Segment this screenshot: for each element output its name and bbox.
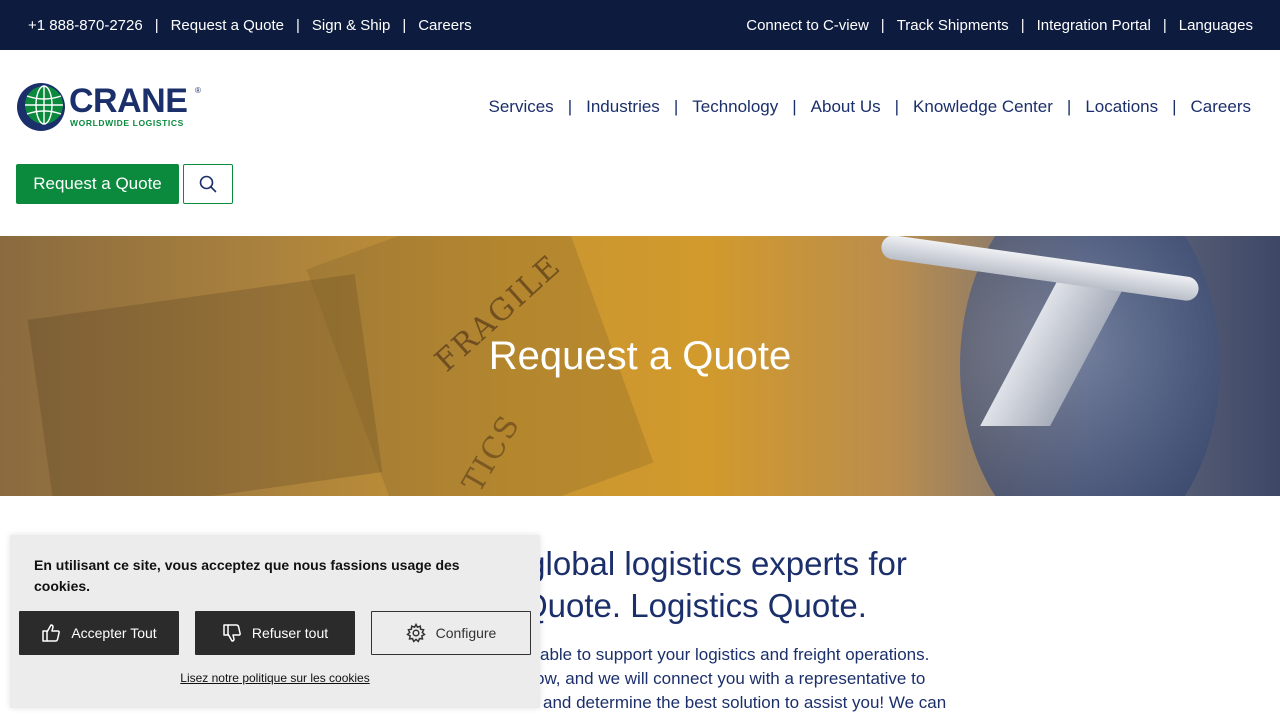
top-request-quote-link[interactable]: Request a Quote — [171, 17, 284, 34]
separator: | — [402, 16, 407, 34]
nav-item-careers[interactable]: Careers — [1191, 97, 1251, 117]
logo-registered-mark: ® — [195, 86, 201, 95]
separator: | — [567, 97, 573, 116]
refuse-all-cookies-button[interactable]: Refuser tout — [195, 611, 355, 655]
top-careers-link[interactable]: Careers — [418, 17, 471, 34]
page-title: Request a Quote — [488, 334, 792, 378]
nav-item-locations[interactable]: Locations — [1085, 97, 1158, 117]
top-bar-right-links: Connect to C-view | Track Shipments | In… — [746, 0, 1253, 50]
request-quote-button[interactable]: Request a Quote — [16, 164, 179, 204]
separator: | — [1162, 16, 1167, 34]
globe-logo-icon — [17, 83, 65, 131]
integration-portal-link[interactable]: Integration Portal — [1037, 17, 1151, 34]
top-bar-left-links: +1 888-870-2726 | Request a Quote | Sign… — [28, 0, 472, 50]
top-utility-bar: +1 888-870-2726 | Request a Quote | Sign… — [0, 0, 1280, 50]
connect-cview-link[interactable]: Connect to C-view — [746, 17, 869, 34]
refuse-all-label: Refuser tout — [251, 625, 329, 641]
configure-cookies-button[interactable]: Configure — [371, 611, 531, 655]
thumbs-up-icon — [41, 623, 61, 643]
cookie-consent-banner: En utilisant ce site, vous acceptez que … — [10, 535, 540, 708]
accept-all-cookies-button[interactable]: Accepter Tout — [19, 611, 179, 655]
logo-wordmark: CRANE — [69, 82, 188, 120]
phone-link[interactable]: +1 888-870-2726 — [28, 17, 143, 34]
separator: | — [1172, 97, 1177, 116]
gear-icon — [405, 623, 426, 643]
cookie-message: En utilisant ce site, vous acceptez que … — [34, 557, 460, 594]
site-header: CRANE ® WORLDWIDE LOGISTICS Services | I… — [0, 50, 1280, 236]
track-shipments-link[interactable]: Track Shipments — [897, 17, 1009, 34]
logo-tagline: WORLDWIDE LOGISTICS — [70, 118, 184, 128]
accept-all-label: Accepter Tout — [71, 625, 157, 641]
main-navigation: Services | Industries | Technology | Abo… — [489, 97, 1252, 117]
separator: | — [880, 16, 885, 34]
nav-item-about-us[interactable]: About Us — [811, 97, 881, 117]
crane-logo[interactable]: CRANE ® WORLDWIDE LOGISTICS — [16, 82, 206, 132]
languages-link[interactable]: Languages — [1179, 17, 1253, 34]
hero-banner: FRAGILE TICS Request a Quote — [0, 236, 1280, 496]
nav-item-technology[interactable]: Technology — [692, 97, 778, 117]
separator: | — [673, 97, 679, 116]
separator: | — [1066, 97, 1072, 116]
sign-and-ship-link[interactable]: Sign & Ship — [312, 17, 390, 34]
search-button[interactable] — [183, 164, 233, 204]
separator: | — [792, 97, 797, 116]
nav-item-industries[interactable]: Industries — [586, 97, 660, 117]
separator: | — [154, 16, 159, 34]
separator: | — [894, 97, 900, 116]
thumbs-down-icon — [222, 623, 242, 643]
configure-label: Configure — [435, 625, 497, 641]
nav-item-knowledge-center[interactable]: Knowledge Center — [913, 97, 1053, 117]
separator: | — [296, 16, 300, 34]
cookie-policy-link[interactable]: Lisez notre politique sur les cookies — [10, 671, 540, 685]
nav-item-services[interactable]: Services — [489, 97, 554, 117]
search-icon — [199, 175, 217, 193]
separator: | — [1020, 16, 1025, 34]
